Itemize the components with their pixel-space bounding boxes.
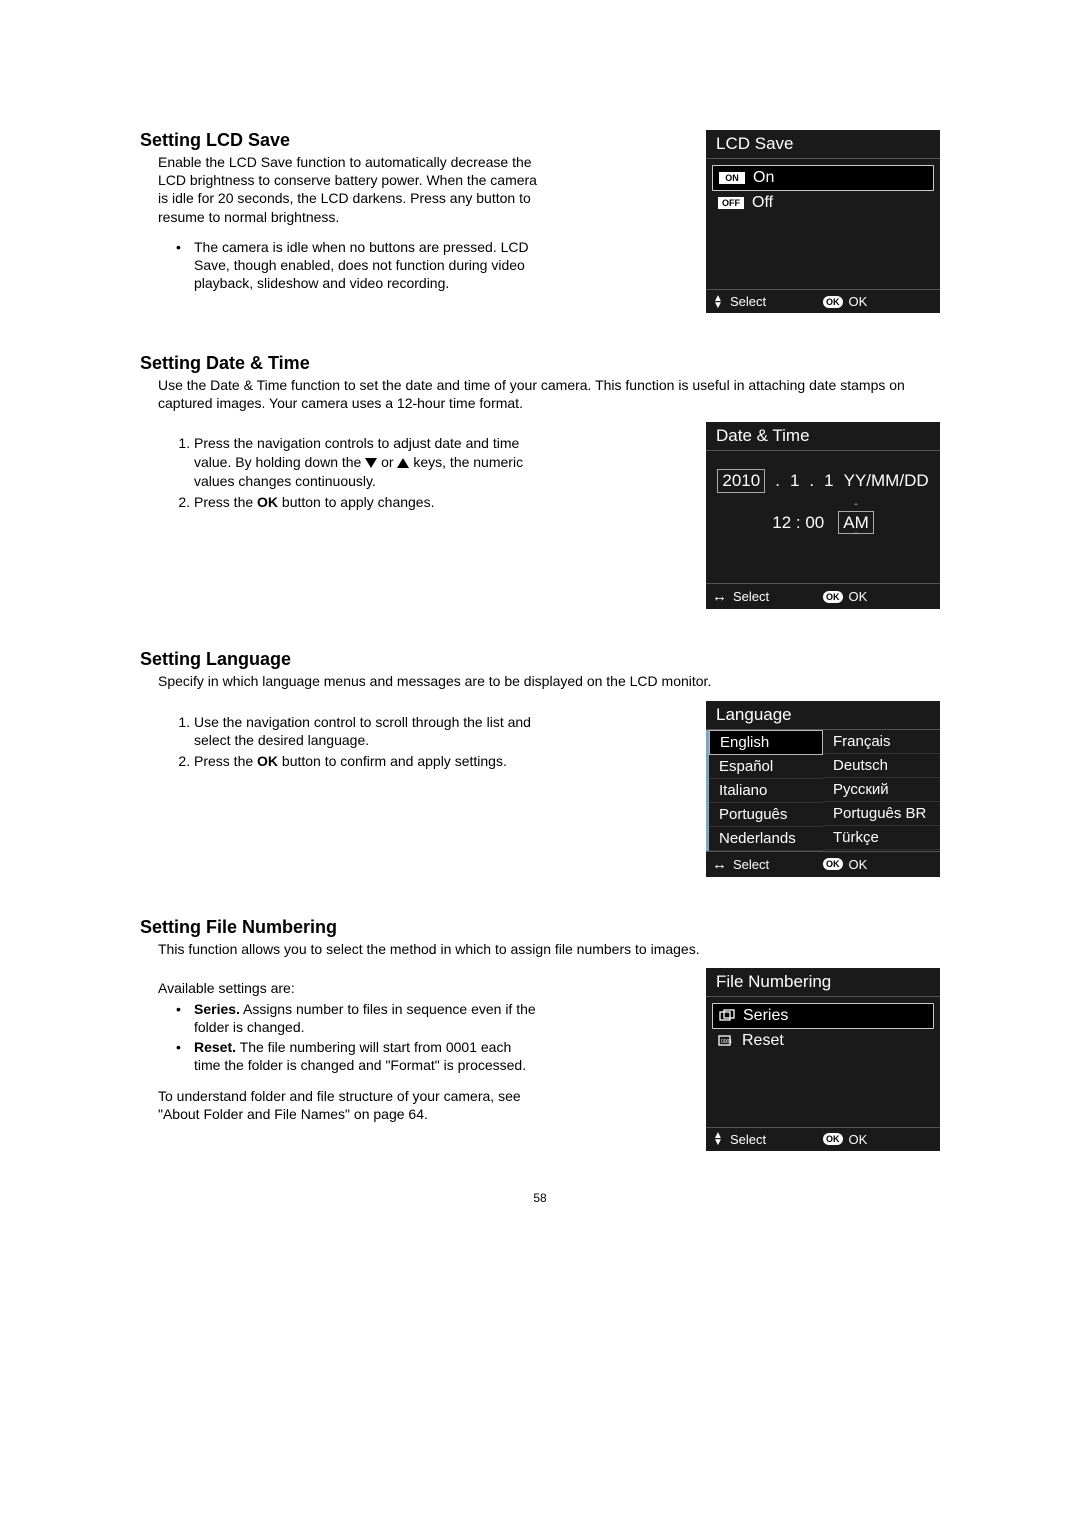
- reset-icon: 0001: [718, 1034, 736, 1048]
- lang-option[interactable]: Español: [709, 755, 823, 779]
- dt-format[interactable]: YY/MM/DD: [844, 471, 929, 491]
- on-label: On: [753, 169, 774, 187]
- date-time-heading: Setting Date & Time: [140, 353, 940, 374]
- lang-option[interactable]: Português BR: [823, 802, 940, 826]
- lang-option[interactable]: Português: [709, 803, 823, 827]
- fn-bullet-reset: Reset. The file numbering will start fro…: [176, 1038, 540, 1074]
- dt-step-1: Press the navigation controls to adjust …: [194, 434, 540, 491]
- lang-option[interactable]: English: [709, 730, 823, 755]
- language-heading: Setting Language: [140, 649, 940, 670]
- fn-bullet-series: Series. Assigns number to files in seque…: [176, 1000, 540, 1036]
- option-series[interactable]: Series: [712, 1003, 934, 1029]
- lcd-save-bullet: The camera is idle when no buttons are p…: [176, 238, 540, 293]
- updown-icon: ▲▼: [712, 295, 724, 309]
- dt-month[interactable]: 1: [790, 471, 799, 491]
- lcd-save-desc: Enable the LCD Save function to automati…: [158, 153, 540, 226]
- section-language: Setting Language Specify in which langua…: [140, 649, 940, 876]
- language-panel: Language English Español Italiano Portug…: [706, 701, 940, 877]
- lang-option[interactable]: Deutsch: [823, 754, 940, 778]
- lang-option[interactable]: Русский: [823, 778, 940, 802]
- on-badge: ON: [719, 172, 745, 184]
- file-numbering-desc: This function allows you to select the m…: [158, 940, 940, 958]
- fn-available: Available settings are:: [158, 980, 540, 996]
- manual-page: LCD Save ON On OFF Off ▲▼ Select OK: [140, 0, 940, 1535]
- ok-chip-icon: OK: [823, 296, 843, 308]
- lang-step-1: Use the navigation control to scroll thr…: [194, 713, 540, 751]
- footer-ok: OK: [849, 589, 868, 604]
- up-triangle-icon: [397, 458, 409, 468]
- footer-ok: OK: [849, 294, 868, 309]
- ok-chip-icon: OK: [823, 858, 843, 870]
- caret-down-icon: ˇ: [854, 532, 857, 543]
- lang-option[interactable]: Türkçe: [823, 826, 940, 850]
- file-numbering-heading: Setting File Numbering: [140, 917, 940, 938]
- footer-select: Select: [733, 857, 769, 872]
- nav-arrows-icon: ↔: [712, 588, 727, 605]
- ok-chip-icon: OK: [823, 591, 843, 603]
- footer-select: Select: [730, 294, 766, 309]
- section-file-numbering: Setting File Numbering This function all…: [140, 917, 940, 1151]
- language-desc: Specify in which language menus and mess…: [158, 672, 940, 690]
- lang-option[interactable]: Français: [823, 730, 940, 754]
- svg-text:0001: 0001: [721, 1039, 732, 1045]
- lang-option[interactable]: Nederlands: [709, 827, 823, 851]
- dt-day[interactable]: 1: [824, 471, 833, 491]
- series-label: Series: [743, 1007, 788, 1025]
- option-off[interactable]: OFF Off: [712, 191, 934, 215]
- section-date-time: Setting Date & Time Use the Date & Time …: [140, 353, 940, 609]
- panel-title: File Numbering: [706, 968, 940, 997]
- dt-time[interactable]: 12 : 00: [772, 513, 824, 533]
- off-badge: OFF: [718, 197, 744, 209]
- date-time-desc: Use the Date & Time function to set the …: [158, 376, 940, 412]
- off-label: Off: [752, 194, 773, 212]
- footer-select: Select: [730, 1132, 766, 1147]
- reset-label: Reset: [742, 1032, 784, 1050]
- footer-ok: OK: [849, 1132, 868, 1147]
- updown-icon: ▲▼: [712, 1132, 724, 1146]
- panel-title: LCD Save: [706, 130, 940, 159]
- caret-up-icon: ˆ: [854, 503, 857, 514]
- down-triangle-icon: [365, 458, 377, 468]
- option-on[interactable]: ON On: [712, 165, 934, 191]
- series-icon: [719, 1009, 735, 1023]
- lcd-save-heading: Setting LCD Save: [140, 130, 540, 151]
- file-numbering-panel: File Numbering Series 0001 Reset ▲▼: [706, 968, 940, 1151]
- fn-followup: To understand folder and file structure …: [158, 1087, 540, 1123]
- dt-year[interactable]: 2010: [717, 469, 765, 493]
- page-number: 58: [140, 1191, 940, 1205]
- panel-title: Language: [706, 701, 940, 730]
- date-time-panel: Date & Time 2010 . 1 . 1 YY/MM/DD 12 : 0…: [706, 422, 940, 609]
- dt-ampm[interactable]: AM: [838, 511, 874, 534]
- lang-step-2: Press the OK button to confirm and apply…: [194, 752, 540, 771]
- section-lcd-save: LCD Save ON On OFF Off ▲▼ Select OK: [140, 130, 940, 313]
- footer-select: Select: [733, 589, 769, 604]
- footer-ok: OK: [849, 857, 868, 872]
- ok-chip-icon: OK: [823, 1133, 843, 1145]
- option-reset[interactable]: 0001 Reset: [712, 1029, 934, 1053]
- dt-step-2: Press the OK button to apply changes.: [194, 493, 540, 512]
- lcd-save-panel: LCD Save ON On OFF Off ▲▼ Select OK: [706, 130, 940, 313]
- lang-option[interactable]: Italiano: [709, 779, 823, 803]
- panel-title: Date & Time: [706, 422, 940, 451]
- nav-arrows-icon: ↔: [712, 856, 727, 873]
